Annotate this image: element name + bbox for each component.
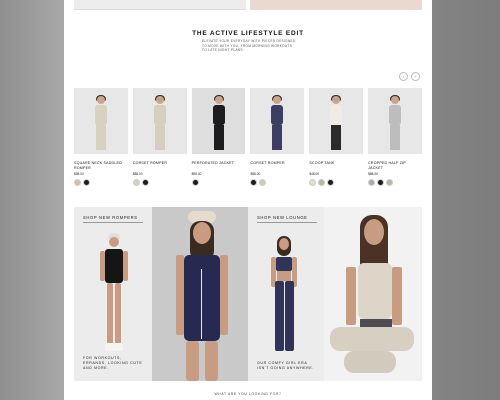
product-outfit xyxy=(389,105,402,125)
product-model xyxy=(91,95,111,152)
product-model xyxy=(385,95,405,152)
product-legs xyxy=(213,125,224,150)
color-swatch[interactable] xyxy=(191,179,199,186)
rompers-panel[interactable]: SHOP NEW ROMPERS FOR WORKOUTS, ERRANDS, … xyxy=(74,207,152,381)
product-legs xyxy=(390,125,401,150)
rompers-copy: FOR WORKOUTS, ERRANDS, LOOKING CUTE AND … xyxy=(83,356,143,370)
lounge-panel[interactable]: SHOP NEW LOUNGE OUR COMFY GIRL ERA ISN'T… xyxy=(248,207,324,381)
product-price: $98.00 xyxy=(74,172,84,176)
image-tile[interactable] xyxy=(74,0,246,10)
product-name[interactable]: SCOOP TANK xyxy=(309,161,363,171)
color-swatches xyxy=(368,179,422,186)
color-swatches xyxy=(191,179,246,186)
chevron-left-icon[interactable]: ‹ xyxy=(399,72,408,81)
product-name[interactable]: PERFORATED JACKET xyxy=(192,161,246,171)
romper-model-image xyxy=(174,209,230,381)
product-card[interactable]: SQUARE NECK SADDLED ROMPER $98.00 xyxy=(74,88,128,186)
product-carousel: SQUARE NECK SADDLED ROMPER $98.00 CORSET R… xyxy=(74,88,422,186)
color-swatches xyxy=(132,179,187,186)
product-legs xyxy=(154,125,165,150)
previous-section-images xyxy=(74,0,422,10)
color-swatch[interactable] xyxy=(377,179,385,186)
product-image[interactable] xyxy=(309,88,364,154)
carousel-nav: ‹ › xyxy=(399,72,420,81)
lounge-feature-image[interactable] xyxy=(324,207,422,381)
color-swatch[interactable] xyxy=(309,179,317,186)
product-card[interactable]: SCOOP TANK $48.00 xyxy=(309,88,364,186)
product-legs xyxy=(272,125,283,150)
product-outfit xyxy=(153,105,166,125)
product-price: $88.00 xyxy=(250,172,261,176)
product-price: $88.00 xyxy=(132,172,143,176)
color-swatch[interactable] xyxy=(250,179,258,186)
product-card[interactable]: CROPPED HALF ZIP JACKET $88.00 xyxy=(368,88,422,186)
product-price: $48.00 xyxy=(309,172,320,176)
product-name[interactable]: CORSET ROMPER xyxy=(250,161,304,171)
product-outfit xyxy=(212,105,225,125)
product-image[interactable] xyxy=(74,88,128,154)
rompers-heading[interactable]: SHOP NEW ROMPERS xyxy=(83,215,138,220)
product-image[interactable] xyxy=(250,88,305,154)
divider xyxy=(257,222,317,223)
chevron-right-icon[interactable]: › xyxy=(411,72,420,81)
product-name[interactable]: SQUARE NECK SADDLED ROMPER xyxy=(74,161,128,171)
product-card[interactable]: CORSET ROMPER $88.00 xyxy=(132,88,187,186)
color-swatch[interactable] xyxy=(74,179,81,186)
product-model xyxy=(209,95,229,152)
lounge-heading[interactable]: SHOP NEW LOUNGE xyxy=(257,215,308,220)
lounge-feature-model xyxy=(330,215,416,381)
product-legs xyxy=(95,125,106,150)
search-prompt-heading: WHAT ARE YOU LOOKING FOR? xyxy=(214,392,282,396)
product-model xyxy=(267,95,287,152)
color-swatches xyxy=(309,179,363,186)
product-image[interactable] xyxy=(132,88,187,154)
color-swatch[interactable] xyxy=(141,179,149,186)
product-name[interactable]: CORSET ROMPER xyxy=(133,161,187,171)
color-swatches xyxy=(74,179,128,186)
promo-grid: SHOP NEW ROMPERS FOR WORKOUTS, ERRANDS, … xyxy=(74,207,422,381)
product-model xyxy=(326,95,346,152)
color-swatch[interactable] xyxy=(83,179,90,186)
color-swatch[interactable] xyxy=(132,179,140,186)
product-name[interactable]: CROPPED HALF ZIP JACKET xyxy=(368,161,422,171)
color-swatch[interactable] xyxy=(386,179,394,186)
rompers-model-image xyxy=(98,233,132,355)
lounge-model-image xyxy=(268,235,302,357)
divider xyxy=(83,222,143,223)
product-model xyxy=(150,95,170,152)
product-price: $88.00 xyxy=(368,172,378,176)
product-card[interactable]: CORSET ROMPER $88.00 xyxy=(250,88,305,186)
romper-feature-image[interactable] xyxy=(152,207,248,381)
product-outfit xyxy=(330,105,343,125)
product-image[interactable] xyxy=(368,88,422,154)
lounge-copy: OUR COMFY GIRL ERA ISN'T GOING ANYWHERE. xyxy=(257,361,314,370)
product-card[interactable]: PERFORATED JACKET $98.00 xyxy=(191,88,246,186)
product-image[interactable] xyxy=(191,88,246,154)
product-price: $98.00 xyxy=(191,172,202,176)
section-title: THE ACTIVE LIFESTYLE EDIT xyxy=(192,30,304,37)
section-description: ELEVATE YOUR EVERYDAY WITH PIECES DESIGN… xyxy=(202,39,296,53)
color-swatch[interactable] xyxy=(318,179,326,186)
color-swatches xyxy=(250,179,304,186)
color-swatch[interactable] xyxy=(368,179,376,186)
color-swatch[interactable] xyxy=(327,179,335,186)
product-legs xyxy=(331,125,342,150)
product-outfit xyxy=(94,105,107,125)
image-tile[interactable] xyxy=(250,0,422,10)
color-swatch[interactable] xyxy=(259,179,267,186)
page-content: THE ACTIVE LIFESTYLE EDIT ELEVATE YOUR E… xyxy=(64,0,432,400)
product-outfit xyxy=(271,105,284,125)
